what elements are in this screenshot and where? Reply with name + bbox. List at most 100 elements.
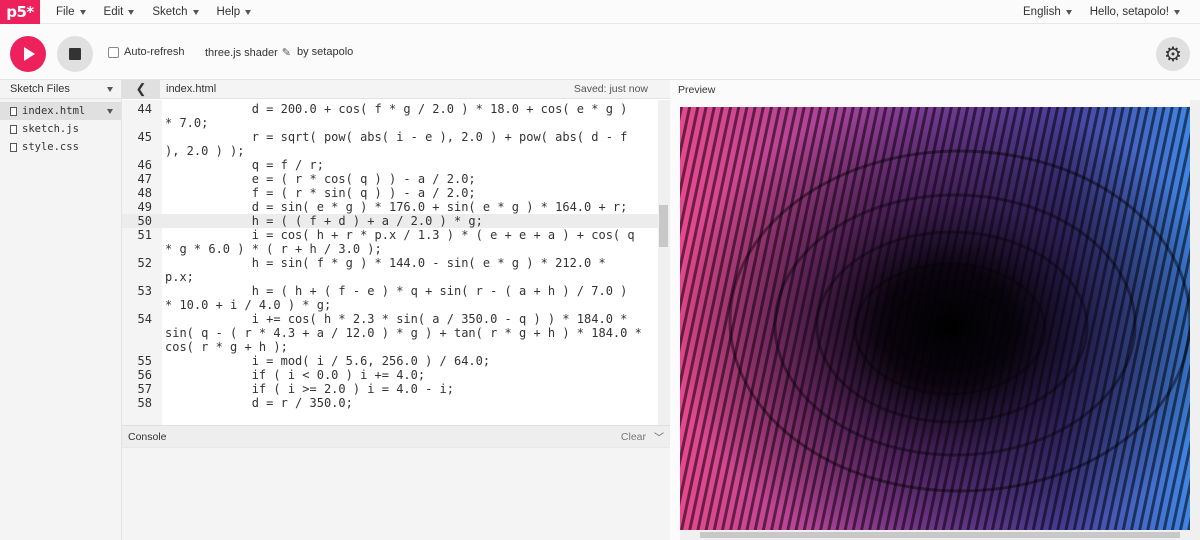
line-number: 50: [137, 214, 152, 228]
code-line[interactable]: 49 d = sin( e * g ) * 176.0 + sin( e * g…: [122, 200, 658, 214]
menu-help[interactable]: Help: [209, 6, 262, 18]
menu-sketch-label: Sketch: [152, 5, 188, 18]
menu-edit[interactable]: Edit: [96, 6, 145, 18]
code-text: h = sin( f * g ) * 144.0 - sin( e * g ) …: [165, 256, 606, 270]
file-options-icon[interactable]: [107, 109, 113, 114]
user-menu[interactable]: Hello, setapolo!: [1082, 6, 1190, 18]
code-text: q = f / r;: [165, 158, 324, 172]
code-line[interactable]: 51 i = cos( h + r * p.x / 1.3 ) * ( e + …: [122, 228, 658, 242]
line-number: 58: [137, 396, 152, 410]
code-line[interactable]: p.x;: [122, 270, 658, 284]
console-clear-button[interactable]: Clear: [621, 431, 646, 443]
caret-down-icon: [245, 9, 252, 15]
code-text: if ( i < 0.0 ) i += 4.0;: [165, 368, 426, 382]
code-text: sin( q - ( r * 4.3 + a / 12.0 ) * g ) + …: [165, 326, 642, 340]
auto-refresh-checkbox[interactable]: [108, 46, 119, 58]
code-text: i = mod( i / 5.6, 256.0 ) / 64.0;: [165, 354, 491, 368]
sidebar-title: Sketch Files: [10, 83, 70, 95]
file-icon: [10, 142, 17, 152]
code-line[interactable]: 52 h = sin( f * g ) * 144.0 - sin( e * g…: [122, 256, 658, 270]
sketch-author[interactable]: by setapolo: [297, 46, 353, 58]
line-number: 56: [137, 368, 152, 382]
line-number: 46: [137, 158, 152, 172]
chevron-left-icon: ❮: [135, 81, 147, 96]
line-number: 55: [137, 354, 152, 368]
code-line[interactable]: * g * 6.0 ) * ( r + h / 3.0 );: [122, 242, 658, 256]
code-text: * g * 6.0 ) * ( r + h / 3.0 );: [165, 242, 382, 256]
sketch-name[interactable]: three.js shader ✎: [205, 46, 291, 60]
code-line[interactable]: 50 h = ( ( f + d ) + a / 2.0 ) * g;: [122, 214, 658, 228]
menu-help-label: Help: [216, 5, 241, 18]
code-line[interactable]: 45 r = sqrt( pow( abs( i - e ), 2.0 ) + …: [122, 130, 658, 144]
code-line[interactable]: * 7.0;: [122, 116, 658, 130]
code-line[interactable]: sin( q - ( r * 4.3 + a / 12.0 ) * g ) + …: [122, 326, 658, 340]
play-button[interactable]: [10, 36, 46, 72]
auto-refresh: Auto-refresh: [108, 46, 185, 58]
code-line[interactable]: 47 e = ( r * cos( q ) ) - a / 2.0;: [122, 172, 658, 186]
file-item-index-html[interactable]: index.html: [0, 102, 121, 120]
line-number: 51: [137, 228, 152, 242]
code-text: d = 200.0 + cos( f * g / 2.0 ) * 18.0 + …: [165, 102, 628, 116]
line-number: 48: [137, 186, 152, 200]
language-label: English: [1023, 5, 1061, 18]
preview-canvas[interactable]: [680, 107, 1190, 530]
code-line[interactable]: 54 i += cos( h * 2.3 * sin( a / 350.0 - …: [122, 312, 658, 326]
code-line[interactable]: 53 h = ( h + ( f - e ) * q + sin( r - ( …: [122, 284, 658, 298]
console-header: Console Clear ﹀: [122, 426, 670, 448]
editor-header: ❮ index.html Saved: just now: [122, 79, 670, 99]
line-number: 52: [137, 256, 152, 270]
file-item-style-css[interactable]: style.css: [0, 138, 121, 156]
code-text: ), 2.0 ) );: [165, 144, 245, 158]
pencil-icon[interactable]: ✎: [282, 46, 291, 59]
menu-bar: p5* File Edit Sketch Help English Hello,…: [0, 0, 1200, 24]
main-menu: File Edit Sketch Help: [48, 6, 261, 18]
gear-icon: ⚙: [1164, 43, 1182, 66]
menu-edit-label: Edit: [103, 5, 124, 18]
play-icon: [24, 47, 35, 61]
menu-sketch[interactable]: Sketch: [144, 6, 208, 18]
preview-vertical-scrollbar[interactable]: [1190, 100, 1200, 540]
preview-scroll-thumb[interactable]: [700, 532, 1180, 538]
chevron-down-icon[interactable]: ﹀: [654, 429, 664, 444]
stop-button[interactable]: [57, 36, 93, 72]
line-number: 53: [137, 284, 152, 298]
editor-scrollbar[interactable]: [658, 100, 670, 425]
settings-button[interactable]: ⚙: [1156, 37, 1190, 71]
stop-icon: [69, 48, 81, 60]
language-menu[interactable]: English: [1015, 6, 1082, 18]
code-line[interactable]: * 10.0 + i / 4.0 ) * g;: [122, 298, 658, 312]
code-text: d = r / 350.0;: [165, 396, 353, 410]
code-line[interactable]: 48 f = ( r * sin( q ) ) - a / 2.0;: [122, 186, 658, 200]
code-line[interactable]: 46 q = f / r;: [122, 158, 658, 172]
code-line[interactable]: 55 i = mod( i / 5.6, 256.0 ) / 64.0;: [122, 354, 658, 368]
caret-down-icon: [192, 9, 199, 15]
editor-scroll-thumb[interactable]: [659, 205, 668, 247]
line-number: 54: [137, 312, 152, 326]
code-editor[interactable]: 44 d = 200.0 + cos( f * g / 2.0 ) * 18.0…: [122, 100, 670, 425]
sidebar-options-icon[interactable]: [107, 87, 113, 92]
line-number: 49: [137, 200, 152, 214]
file-sidebar: Sketch Files index.html sketch.js style.…: [0, 80, 122, 540]
preview-horizontal-scrollbar[interactable]: [680, 530, 1190, 540]
line-number: 57: [137, 382, 152, 396]
code-text: if ( i >= 2.0 ) i = 4.0 - i;: [165, 382, 454, 396]
console-title: Console: [128, 430, 167, 443]
code-line[interactable]: 56 if ( i < 0.0 ) i += 4.0;: [122, 368, 658, 382]
file-icon: [10, 106, 17, 116]
line-number: 45: [137, 130, 152, 144]
file-name: index.html: [22, 105, 86, 117]
code-line[interactable]: cos( r * g + h );: [122, 340, 658, 354]
collapse-sidebar-button[interactable]: ❮: [122, 79, 160, 99]
menu-file[interactable]: File: [48, 6, 96, 18]
saved-status: Saved: just now: [573, 83, 648, 95]
code-text: cos( r * g + h );: [165, 340, 288, 354]
code-line[interactable]: 57 if ( i >= 2.0 ) i = 4.0 - i;: [122, 382, 658, 396]
code-line[interactable]: ), 2.0 ) );: [122, 144, 658, 158]
caret-down-icon: [128, 9, 135, 15]
code-text: i = cos( h + r * p.x / 1.3 ) * ( e + e +…: [165, 228, 635, 242]
code-line[interactable]: 58 d = r / 350.0;: [122, 396, 658, 410]
menubar-right: English Hello, setapolo!: [1015, 6, 1200, 18]
code-line[interactable]: 44 d = 200.0 + cos( f * g / 2.0 ) * 18.0…: [122, 102, 658, 116]
p5-logo[interactable]: p5*: [0, 0, 40, 24]
file-item-sketch-js[interactable]: sketch.js: [0, 120, 121, 138]
